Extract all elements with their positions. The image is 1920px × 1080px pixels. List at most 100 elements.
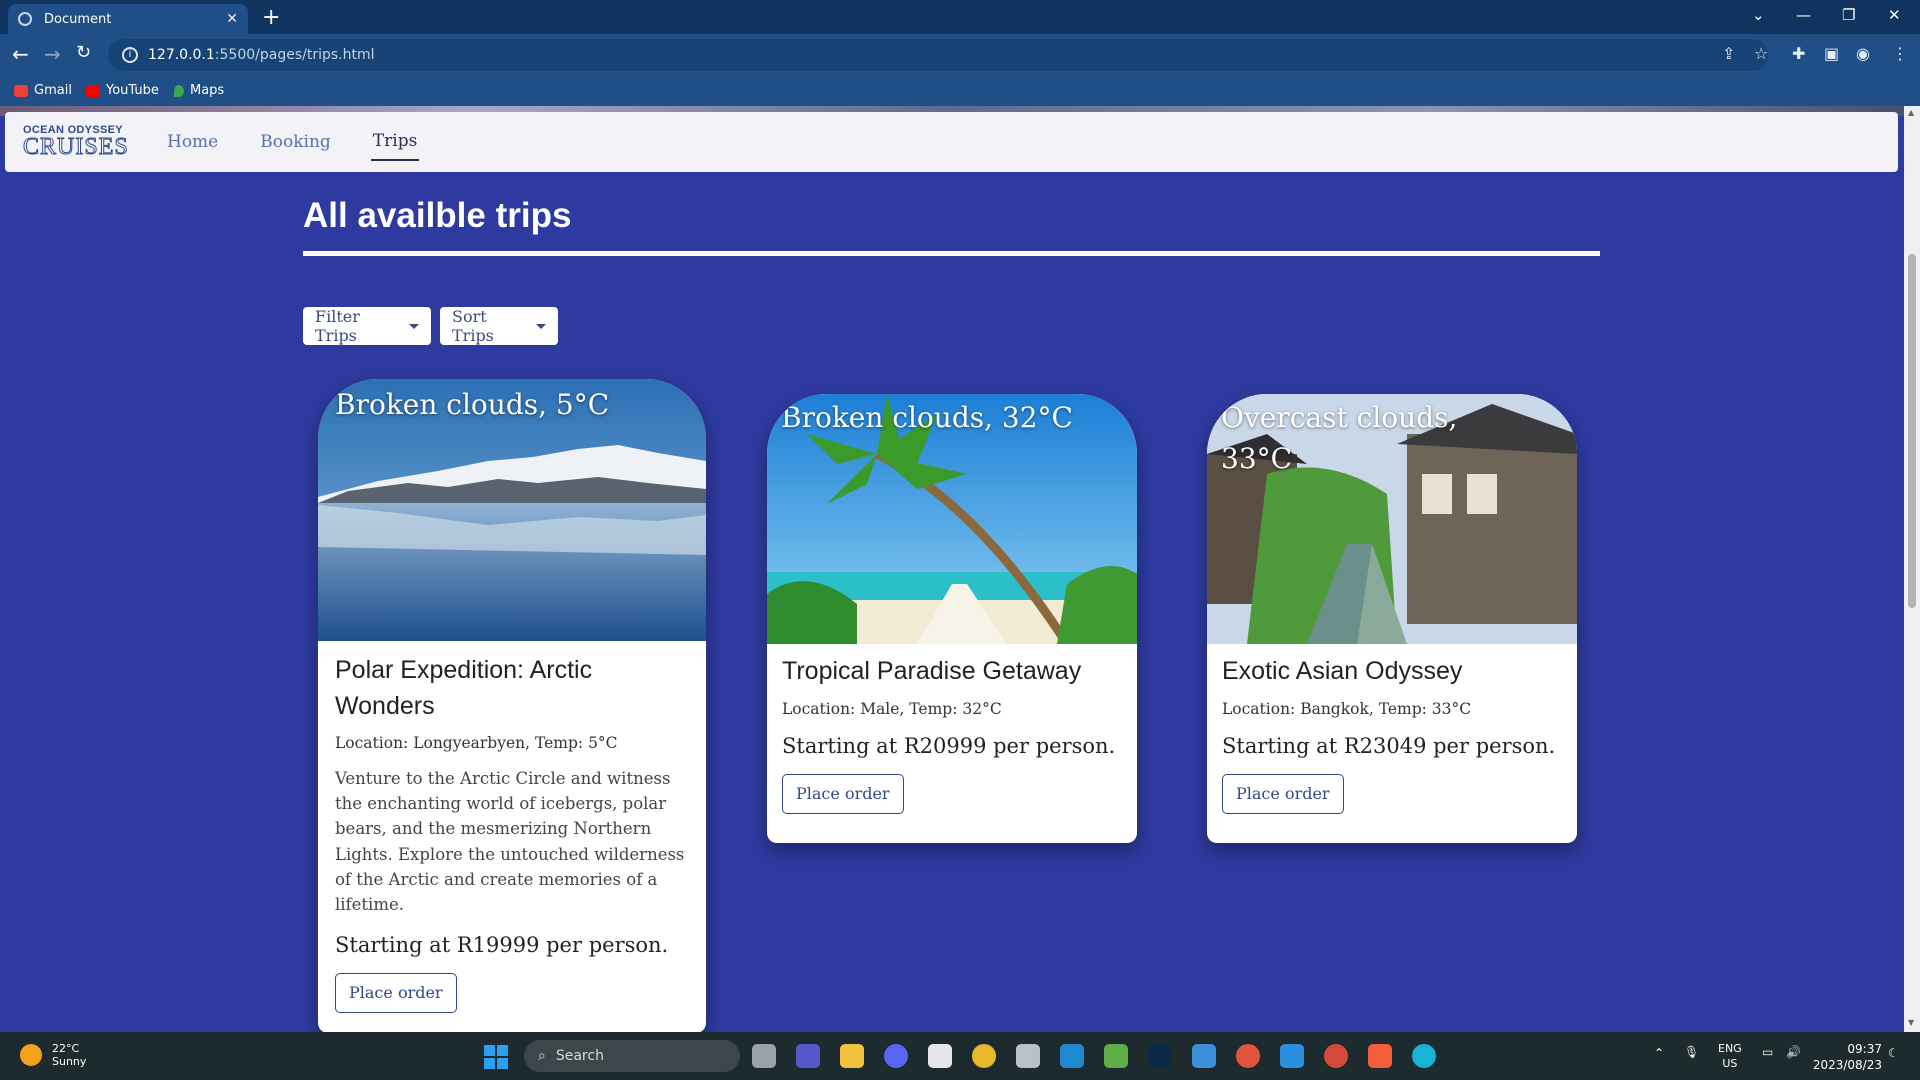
chrome-active-icon[interactable] bbox=[1324, 1044, 1348, 1068]
browser-toolbar: ← → ↻ i 127.0.0.1:5500/pages/trips.html … bbox=[0, 34, 1920, 76]
filter-trips-dropdown[interactable]: Filter Trips bbox=[303, 307, 431, 345]
trip-card: Broken clouds, 5°C Polar Expedition: Arc… bbox=[318, 379, 706, 1032]
bookmark-label: Maps bbox=[190, 83, 225, 98]
nav-home[interactable]: Home bbox=[165, 124, 220, 160]
figma-icon[interactable] bbox=[1368, 1044, 1392, 1068]
vscode-icon[interactable] bbox=[1280, 1044, 1304, 1068]
site-info-icon[interactable]: i bbox=[122, 47, 138, 63]
volume-icon[interactable]: 🔊 bbox=[1786, 1045, 1801, 1059]
app-icon[interactable] bbox=[928, 1044, 952, 1068]
bookmark-label: YouTube bbox=[106, 83, 159, 98]
sun-icon bbox=[20, 1044, 42, 1066]
pen-tool-icon[interactable] bbox=[1016, 1044, 1040, 1068]
lightroom-icon[interactable] bbox=[1148, 1044, 1172, 1068]
notifications-icon[interactable]: ☾ bbox=[1888, 1046, 1899, 1060]
taskbar-search[interactable]: ⌕ Search bbox=[524, 1040, 740, 1072]
trip-price: Starting at R19999 per person. bbox=[335, 933, 669, 958]
tray-chevron-icon[interactable]: ⌃ bbox=[1654, 1046, 1664, 1060]
nav-booking[interactable]: Booking bbox=[258, 124, 333, 160]
page-title: All availble trips bbox=[303, 196, 572, 235]
tab-title: Document bbox=[44, 11, 112, 27]
browser-tab-strip: Document ✕ + ⌄ — ❐ ✕ bbox=[0, 0, 1920, 34]
back-icon[interactable]: ← bbox=[12, 42, 29, 66]
discord-icon[interactable] bbox=[884, 1044, 908, 1068]
bookmark-youtube[interactable]: YouTube bbox=[86, 83, 159, 98]
lang-top: ENG bbox=[1718, 1042, 1742, 1055]
new-tab-icon[interactable]: + bbox=[262, 5, 280, 30]
title-divider bbox=[303, 251, 1600, 256]
task-view-icon[interactable] bbox=[752, 1044, 776, 1068]
scroll-down-icon[interactable]: ▼ bbox=[1908, 1018, 1914, 1027]
bookmark-star-icon[interactable]: ☆ bbox=[1754, 44, 1768, 63]
nav-trips[interactable]: Trips bbox=[370, 123, 420, 161]
address-bar[interactable]: i 127.0.0.1:5500/pages/trips.html bbox=[108, 39, 1768, 71]
scroll-up-icon[interactable]: ▲ bbox=[1908, 108, 1914, 117]
page-scrollbar[interactable]: ▲ ▼ bbox=[1904, 106, 1920, 1032]
minimize-icon[interactable]: — bbox=[1796, 6, 1811, 24]
close-tab-icon[interactable]: ✕ bbox=[226, 11, 238, 27]
close-window-icon[interactable]: ✕ bbox=[1888, 6, 1901, 24]
caret-down-icon bbox=[536, 323, 546, 329]
file-explorer-icon[interactable] bbox=[840, 1044, 864, 1068]
trip-card: Broken clouds, 32°C Tropical Paradise Ge… bbox=[767, 394, 1137, 843]
bookmark-maps[interactable]: Maps bbox=[174, 83, 224, 98]
share-icon[interactable]: ⇪ bbox=[1722, 44, 1735, 63]
bookmarks-bar: Gmail YouTube Maps bbox=[0, 76, 1920, 106]
notepad-icon[interactable] bbox=[1104, 1044, 1128, 1068]
trip-card-body: Polar Expedition: Arctic Wonders Locatio… bbox=[318, 653, 706, 1014]
bookmark-gmail[interactable]: Gmail bbox=[14, 83, 72, 98]
chrome-icon[interactable] bbox=[972, 1044, 996, 1068]
trip-location: Location: Longyearbyen, Temp: 5°C bbox=[335, 734, 618, 752]
trip-card-body: Tropical Paradise Getaway Location: Male… bbox=[767, 654, 1137, 814]
clock-date: 2023/08/23 bbox=[1812, 1058, 1882, 1073]
maps-icon bbox=[174, 84, 184, 97]
trip-location: Location: Male, Temp: 32°C bbox=[782, 699, 1002, 718]
photos-icon[interactable] bbox=[1192, 1044, 1216, 1068]
weather-temp: 22°C bbox=[52, 1042, 80, 1055]
url-path: :5500/pages/trips.html bbox=[214, 47, 375, 63]
start-button[interactable] bbox=[484, 1045, 508, 1069]
sort-trips-dropdown[interactable]: Sort Trips bbox=[440, 307, 558, 345]
trip-price: Starting at R20999 per person. bbox=[782, 733, 1116, 758]
trip-card: Overcast clouds, 33°C Exotic Asian Odyss… bbox=[1207, 394, 1577, 843]
menu-icon[interactable]: ⋮ bbox=[1892, 44, 1908, 63]
canva-icon[interactable] bbox=[1412, 1044, 1436, 1068]
language-indicator[interactable]: ENG US bbox=[1718, 1041, 1742, 1072]
globe-icon bbox=[18, 12, 32, 26]
logo-bottom-text: CRUISES bbox=[23, 134, 129, 160]
system-clock[interactable]: 09:37 2023/08/23 bbox=[1813, 1041, 1882, 1073]
youtube-icon bbox=[86, 84, 100, 97]
sort-trips-label: Sort Trips bbox=[452, 307, 494, 345]
place-order-button[interactable]: Place order bbox=[1222, 773, 1344, 814]
site-navbar: OCEAN ODYSSEY CRUISES Home Booking Trips bbox=[5, 112, 1898, 172]
trip-price: Starting at R23049 per person. bbox=[1222, 733, 1556, 758]
taskbar: 22°C Sunny ⌕ Search ⌃ 🎙 ENG US ▭ 🔊 09:37… bbox=[0, 1032, 1920, 1080]
filter-trips-label: Filter Trips bbox=[315, 307, 360, 345]
extensions-icon[interactable]: ✚ bbox=[1792, 44, 1805, 63]
trip-location: Location: Bangkok, Temp: 33°C bbox=[1222, 699, 1472, 718]
restore-icon[interactable]: ❐ bbox=[1842, 6, 1855, 24]
bookmark-label: Gmail bbox=[34, 83, 72, 98]
place-order-button[interactable]: Place order bbox=[782, 773, 904, 814]
search-icon: ⌕ bbox=[538, 1048, 546, 1064]
place-order-button[interactable]: Place order bbox=[335, 973, 457, 1014]
trip-name: Tropical Paradise Getaway bbox=[782, 657, 1082, 685]
teams-icon[interactable] bbox=[796, 1044, 820, 1068]
trip-name: Exotic Asian Odyssey bbox=[1222, 657, 1463, 685]
network-icon[interactable]: ▭ bbox=[1762, 1045, 1773, 1059]
scrollbar-thumb[interactable] bbox=[1908, 254, 1916, 608]
weather-widget[interactable]: 22°C Sunny bbox=[20, 1042, 86, 1068]
microphone-icon[interactable]: 🎙 bbox=[1684, 1045, 1699, 1059]
profile-avatar[interactable]: ◉ bbox=[1856, 44, 1870, 63]
store-icon[interactable] bbox=[1060, 1044, 1084, 1068]
forward-icon[interactable]: → bbox=[44, 42, 61, 66]
tab-search-icon[interactable]: ⌄ bbox=[1752, 6, 1765, 24]
side-panel-icon[interactable]: ▣ bbox=[1824, 44, 1839, 63]
browser-tab[interactable]: Document ✕ bbox=[8, 4, 248, 34]
clock-time: 09:37 bbox=[1847, 1042, 1882, 1056]
caret-down-icon bbox=[409, 323, 419, 329]
trip-description: Venture to the Arctic Circle and witness… bbox=[335, 769, 685, 915]
site-logo[interactable]: OCEAN ODYSSEY CRUISES bbox=[23, 125, 129, 160]
reload-icon[interactable]: ↻ bbox=[76, 42, 91, 63]
chrome-profile-icon[interactable] bbox=[1236, 1044, 1260, 1068]
